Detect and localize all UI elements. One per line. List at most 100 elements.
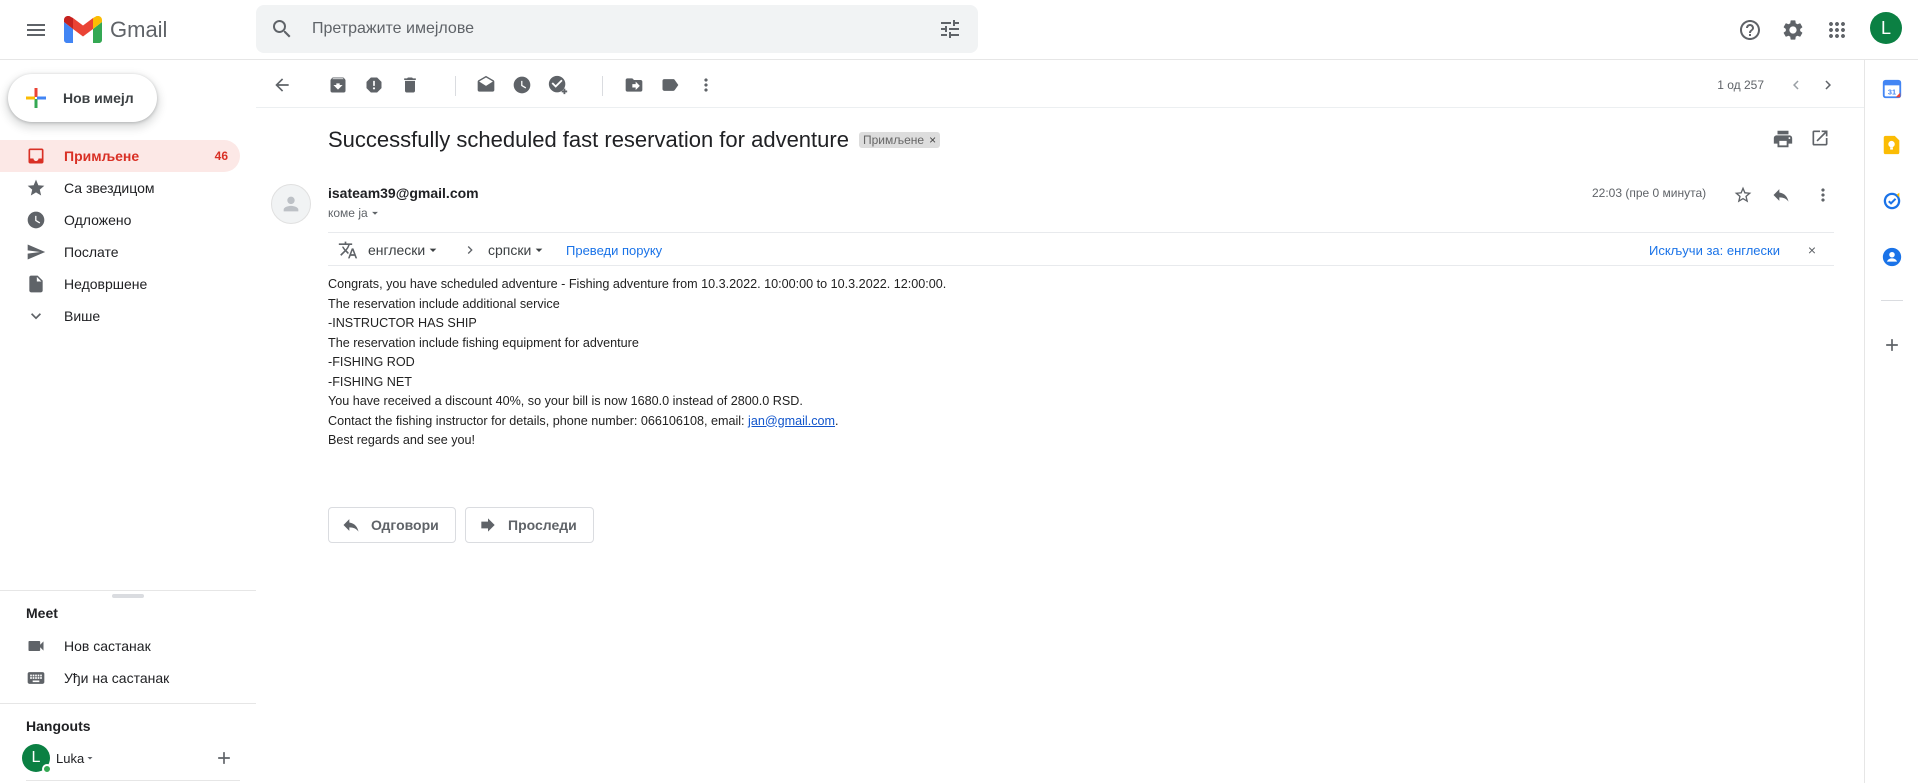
caret-down-icon: [87, 757, 93, 760]
sidebar-item-snoozed[interactable]: Одложено: [0, 204, 240, 236]
help-icon: [1740, 20, 1760, 40]
keep-button[interactable]: [1879, 132, 1905, 158]
star-button[interactable]: [1730, 182, 1756, 208]
side-panel: 31: [1864, 60, 1918, 783]
message-more-button[interactable]: [1810, 182, 1836, 208]
settings-button[interactable]: [1775, 12, 1811, 48]
search-options-icon[interactable]: [938, 17, 962, 41]
sidebar-item-more[interactable]: Више: [0, 300, 240, 332]
hangouts-section-title: Hangouts: [26, 718, 91, 734]
older-button[interactable]: [1812, 69, 1844, 101]
mark-unread-icon: [477, 75, 495, 92]
pagination-text: 1 од 257: [1717, 78, 1764, 92]
join-meeting-label: Уђи на састанак: [64, 670, 170, 686]
newer-button[interactable]: [1780, 69, 1812, 101]
account-avatar[interactable]: L: [1870, 12, 1902, 44]
contact-email-link[interactable]: jan@gmail.com: [748, 414, 835, 428]
closing-line: Best regards and see you!: [328, 433, 476, 447]
keyboard-icon: [27, 672, 45, 684]
apps-button[interactable]: [1819, 12, 1855, 48]
sidebar-item-sent[interactable]: Послате: [0, 236, 240, 268]
sidebar-item-inbox[interactable]: Примљене 46: [0, 140, 240, 172]
hangouts-user[interactable]: L Luka: [22, 744, 96, 774]
report-spam-button[interactable]: [358, 69, 390, 101]
snooze-button[interactable]: [506, 69, 538, 101]
more-vert-icon: [704, 78, 708, 92]
panel-resize-handle[interactable]: [112, 594, 144, 598]
compose-label: Нов имејл: [63, 90, 134, 106]
source-language-select[interactable]: енглески: [368, 233, 441, 267]
toolbar-separator: [602, 76, 603, 96]
top-header: Gmail L: [0, 0, 1918, 60]
add-hangout-icon[interactable]: [214, 748, 234, 768]
print-all-button[interactable]: [1772, 128, 1796, 152]
sidebar-divider: [0, 590, 256, 591]
mark-unread-button[interactable]: [470, 69, 502, 101]
draft-icon: [26, 274, 46, 294]
reply-button[interactable]: [1768, 182, 1794, 208]
close-translate-bar-icon[interactable]: ×: [1808, 242, 1816, 258]
tasks-button[interactable]: [1879, 188, 1905, 214]
target-language-select[interactable]: српски: [488, 233, 547, 267]
app-name: Gmail: [110, 17, 168, 42]
hamburger-icon: [27, 24, 45, 36]
contact-line: Contact the fishing instructor for detai…: [328, 412, 946, 432]
reply-label: Одговори: [371, 517, 439, 533]
forward-action-button[interactable]: Проследи: [465, 507, 594, 543]
compose-button[interactable]: Нов имејл: [8, 74, 157, 122]
message-toolbar: 1 од 257: [256, 62, 1864, 108]
contacts-button[interactable]: [1879, 244, 1905, 270]
message-body: Congrats, you have scheduled adventure -…: [328, 275, 946, 451]
contact-prefix: Contact the fishing instructor for detai…: [328, 413, 749, 428]
back-button[interactable]: [266, 69, 298, 101]
move-to-button[interactable]: [618, 69, 650, 101]
chevron-right-icon: [1825, 80, 1831, 90]
gmail-logo[interactable]: Gmail: [64, 12, 167, 48]
report-icon: [366, 77, 382, 93]
clock-icon: [26, 210, 46, 230]
delete-button[interactable]: [394, 69, 426, 101]
remove-label-icon[interactable]: ×: [929, 133, 936, 147]
calendar-button[interactable]: 31: [1879, 76, 1905, 102]
sidebar-item-label: Одложено: [64, 212, 132, 228]
send-icon: [26, 242, 46, 262]
gmail-m-icon: [64, 16, 102, 43]
label-chip-text: Примљене: [862, 133, 925, 147]
sidebar-item-drafts[interactable]: Недовршене: [0, 268, 240, 300]
archive-button[interactable]: [322, 69, 354, 101]
forward-icon: [481, 518, 495, 532]
hangouts-avatar: L: [22, 744, 52, 774]
sender-email[interactable]: isateam39@gmail.com: [328, 185, 479, 201]
reply-action-button[interactable]: Одговори: [328, 507, 456, 543]
get-addons-button[interactable]: [1879, 332, 1905, 358]
hangouts-user-name: Luka: [56, 750, 85, 766]
caret-down-icon: [429, 248, 437, 252]
add-to-tasks-button[interactable]: [542, 69, 574, 101]
search-icon[interactable]: [270, 17, 294, 41]
sidebar-item-label: Недовршене: [64, 276, 148, 292]
recipient-details[interactable]: коме ја: [328, 206, 382, 220]
new-meeting-button[interactable]: Нов састанак: [26, 632, 151, 660]
translate-message-link[interactable]: Преведи поруку: [566, 233, 662, 267]
star-outline-icon: [1734, 186, 1752, 203]
new-window-button[interactable]: [1810, 128, 1834, 152]
more-actions-button[interactable]: [690, 69, 722, 101]
sidebar-item-starred[interactable]: Са звездицом: [0, 172, 240, 204]
labels-button[interactable]: [654, 69, 686, 101]
clock-icon: [513, 76, 531, 94]
video-camera-icon: [28, 641, 44, 651]
arrow-wrap: [462, 233, 478, 267]
caret-down-icon: [535, 248, 543, 252]
body-line: The reservation include additional servi…: [328, 296, 560, 311]
main-menu-button[interactable]: [18, 12, 54, 48]
search-input[interactable]: [312, 5, 872, 53]
sender-avatar[interactable]: [271, 184, 311, 224]
new-meeting-label: Нов састанак: [64, 638, 151, 654]
join-meeting-button[interactable]: Уђи на састанак: [26, 664, 169, 692]
body-line: The reservation include fishing equipmen…: [328, 335, 639, 350]
turn-off-translation-link[interactable]: Искључи за: енглески: [1649, 233, 1780, 267]
support-button[interactable]: [1732, 12, 1768, 48]
turn-off-translation-label: Искључи за: енглески: [1648, 242, 1780, 258]
source-language-label: енглески: [368, 242, 426, 258]
hangouts-divider: [0, 703, 256, 704]
